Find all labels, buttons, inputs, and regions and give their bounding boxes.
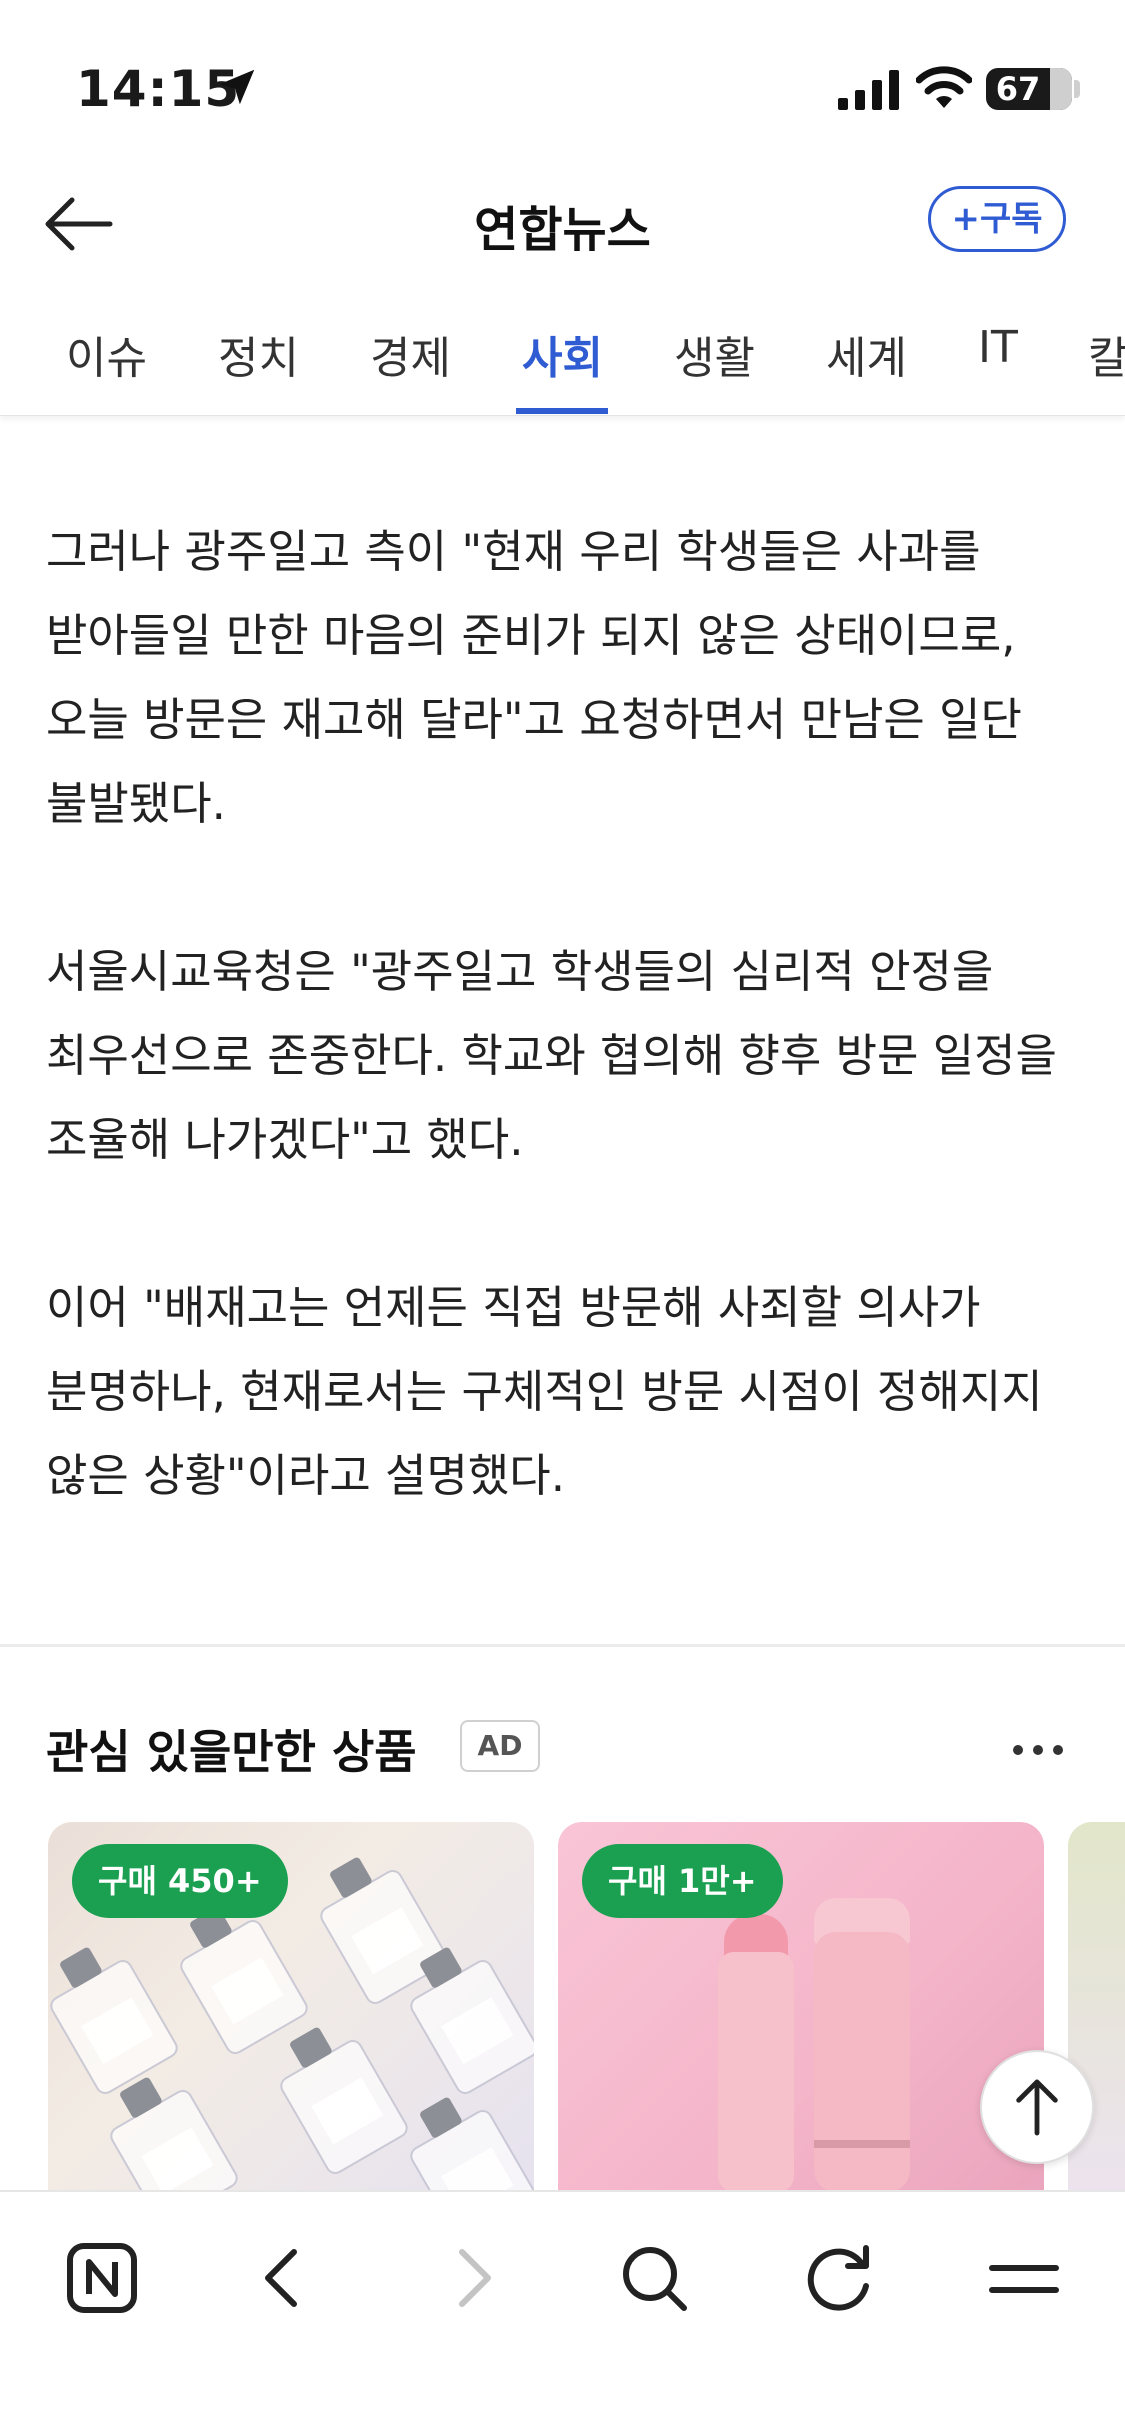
article-paragraph: 이어 "배재고는 언제든 직접 방문해 사죄할 의사가 분명하나, 현재로서는 … [46,1281,1043,1502]
search-icon[interactable] [604,2228,704,2328]
battery-indicator: 67 [986,68,1072,110]
status-bar: 14:15 67 [0,0,1125,160]
wifi-icon [916,66,972,108]
tab-world[interactable]: 세계 [826,322,907,386]
menu-icon[interactable] [974,2228,1074,2328]
tab-issue[interactable]: 이슈 [66,322,147,386]
recommendations-title: 관심 있을만한 상품 [46,1725,417,1779]
section-divider [0,1644,1125,1647]
tab-economy[interactable]: 경제 [370,322,451,386]
chevron-left-icon[interactable] [234,2228,334,2328]
article-body: 그러나 광주일고 측이 "현재 우리 학생들은 사과를 받아들일 만한 마음의 … [46,510,1086,1602]
article-paragraph: 서울시교육청은 "광주일고 학생들의 심리적 안정을 최우선으로 존중한다. 학… [46,945,1057,1166]
scroll-to-top-button[interactable] [980,2050,1094,2164]
article-paragraph: 그러나 광주일고 측이 "현재 우리 학생들은 사과를 받아들일 만한 마음의 … [46,525,1022,830]
product-card[interactable]: 구매 1만+ [558,1822,1044,2192]
refresh-icon[interactable] [788,2228,888,2328]
naver-n-icon[interactable] [52,2228,152,2328]
signal-icon [838,70,899,110]
active-tab-indicator [516,408,608,414]
tab-society[interactable]: 사회 [522,322,603,386]
more-icon[interactable] [1010,1740,1066,1760]
header: 연합뉴스 +구독 [0,160,1125,280]
location-arrow-icon [219,69,255,105]
tab-it[interactable]: IT [978,322,1018,373]
battery-tip [1074,80,1080,98]
subscribe-button[interactable]: +구독 [928,186,1066,252]
tab-column[interactable]: 칼 [1088,322,1125,386]
category-tabs: 이슈 정치 경제 사회 생활 세계 IT 칼 [0,290,1125,416]
purchase-count-badge: 구매 1만+ [582,1844,783,1918]
product-card[interactable]: 구매 450+ [48,1822,534,2192]
chevron-right-icon[interactable] [422,2228,522,2328]
purchase-count-badge: 구매 450+ [72,1844,288,1918]
tab-life[interactable]: 생활 [674,322,755,386]
arrow-up-icon [1016,2079,1058,2136]
tab-politics[interactable]: 정치 [218,322,299,386]
battery-level: 67 [995,70,1041,108]
ad-badge: AD [460,1720,540,1772]
browser-toolbar [0,2190,1125,2436]
